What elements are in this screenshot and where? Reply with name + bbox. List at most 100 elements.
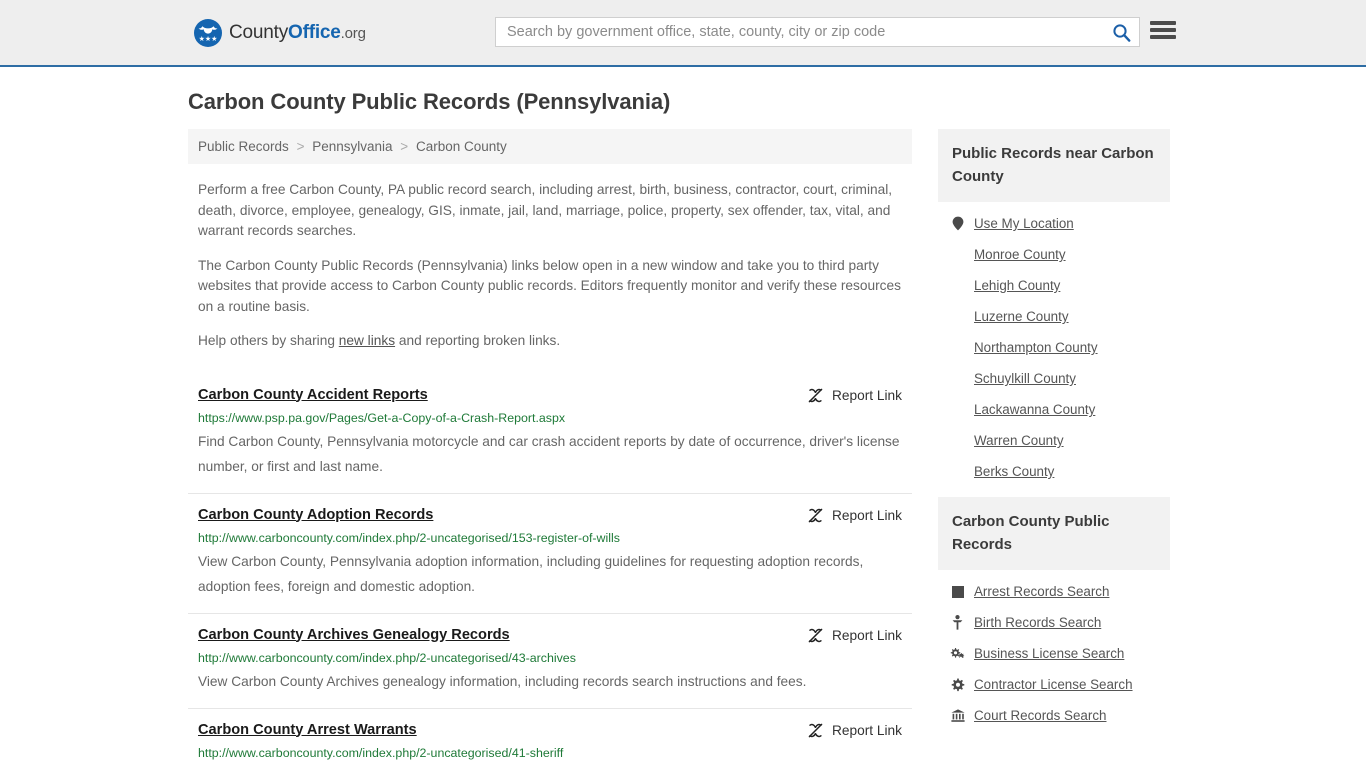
records-search-row: Birth Records Search [950, 607, 1170, 638]
nearby-county-link[interactable]: Luzerne County [974, 309, 1069, 324]
result-item: Carbon County Arrest Warrants Report Link… [188, 707, 912, 768]
result-description: Search Carbon County, Pennsylvania arres… [198, 764, 902, 768]
nearby-county-link[interactable]: Use My Location [974, 216, 1074, 231]
result-url: http://www.carboncounty.com/index.php/2-… [198, 745, 564, 760]
map-pin-icon [950, 216, 965, 231]
nearby-county-row: Luzerne County [950, 301, 1170, 332]
breadcrumb-item-carbon-county[interactable]: Carbon County [416, 139, 507, 154]
report-link-button[interactable]: Report Link [807, 506, 902, 524]
nearby-county-link[interactable]: Warren County [974, 433, 1064, 448]
nearby-county-link[interactable]: Lehigh County [974, 278, 1060, 293]
records-search-link[interactable]: Arrest Records Search [974, 584, 1109, 599]
result-header: Carbon County Arrest Warrants Report Link [198, 721, 902, 739]
report-link-label: Report Link [832, 627, 902, 643]
eagle-seal-icon: ★★★ [194, 18, 222, 47]
breadcrumb-item-public-records[interactable]: Public Records [198, 139, 289, 154]
site-logo[interactable]: ★★★ CountyOffice.org [194, 18, 366, 47]
result-description: View Carbon County Archives genealogy in… [198, 673, 807, 689]
main-column: Public Records > Pennsylvania > Carbon C… [188, 129, 912, 768]
nearby-records-card: Public Records near Carbon County Use My… [938, 129, 1170, 487]
report-link-button[interactable]: Report Link [807, 626, 902, 644]
result-header: Carbon County Adoption Records Report Lin… [198, 506, 902, 524]
county-records-card: Carbon County Public Records Arrest Reco… [938, 497, 1170, 731]
nearby-county-link[interactable]: Monroe County [974, 247, 1066, 262]
result-url: http://www.carboncounty.com/index.php/2-… [198, 530, 620, 545]
nearby-county-list: Use My Location Monroe County Lehigh Count… [938, 202, 1170, 487]
sidebar: Public Records near Carbon County Use My… [938, 129, 1170, 741]
gear-icon [951, 678, 964, 691]
hamburger-bar [1150, 28, 1176, 32]
nearby-county-row: Berks County [950, 456, 1170, 487]
search-bar[interactable] [495, 17, 1140, 47]
nearby-county-link[interactable]: Schuylkill County [974, 371, 1076, 386]
result-title-link[interactable]: Carbon County Archives Genealogy Records [198, 626, 510, 644]
records-search-row: Business License Search [950, 638, 1170, 669]
square-icon [951, 585, 964, 598]
nearby-county-link[interactable]: Northampton County [974, 340, 1098, 355]
records-search-link[interactable]: Court Records Search [974, 708, 1106, 723]
nearby-county-row: Lehigh County [950, 270, 1170, 301]
hamburger-bar [1150, 21, 1176, 25]
broken-link-icon [808, 628, 823, 642]
nearby-county-row: Warren County [950, 425, 1170, 456]
gears-icon [950, 647, 965, 661]
nearby-county-row: Lackawanna County [950, 394, 1170, 425]
logo-county: County [229, 21, 289, 43]
stars-icon: ★★★ [198, 35, 218, 43]
broken-link-icon [808, 508, 823, 522]
result-url: https://www.psp.pa.gov/Pages/Get-a-Copy-… [198, 410, 566, 425]
baby-icon [952, 615, 963, 630]
records-search-link[interactable]: Birth Records Search [974, 615, 1101, 630]
intro-paragraph-1: Perform a free Carbon County, PA public … [198, 182, 893, 238]
breadcrumb: Public Records > Pennsylvania > Carbon C… [188, 129, 912, 164]
nearby-county-row: Use My Location [950, 208, 1170, 239]
result-header: Carbon County Accident Reports Report Lin… [198, 386, 902, 404]
breadcrumb-item-pennsylvania[interactable]: Pennsylvania [312, 139, 392, 154]
broken-link-icon [808, 388, 823, 402]
bank-icon [950, 709, 965, 722]
result-title-link[interactable]: Carbon County Adoption Records [198, 506, 433, 524]
result-item: Carbon County Adoption Records Report Lin… [188, 492, 912, 613]
nearby-county-row: Northampton County [950, 332, 1170, 363]
result-title-link[interactable]: Carbon County Arrest Warrants [198, 721, 417, 739]
site-logo-text: CountyOffice.org [229, 22, 366, 44]
map-pin-icon [952, 216, 963, 231]
report-link-label: Report Link [832, 387, 902, 403]
records-search-link[interactable]: Business License Search [974, 646, 1124, 661]
search-icon [1112, 23, 1130, 42]
new-links-link[interactable]: new links [339, 333, 395, 348]
records-search-link[interactable]: Contractor License Search [974, 677, 1133, 692]
nearby-county-row: Monroe County [950, 239, 1170, 270]
page-title: Carbon County Public Records (Pennsylvan… [188, 89, 671, 114]
results-list: Carbon County Accident Reports Report Lin… [188, 374, 912, 768]
records-search-row: Contractor License Search [950, 669, 1170, 700]
search-input[interactable] [496, 18, 1103, 46]
report-link-button[interactable]: Report Link [807, 386, 902, 404]
gears-icon [950, 647, 965, 659]
county-records-list: Arrest Records Search Birth Records Searc… [938, 570, 1170, 731]
hamburger-menu-icon[interactable] [1150, 19, 1176, 41]
breadcrumb-separator: > [400, 139, 409, 154]
intro-section: Perform a free Carbon County, PA public … [188, 180, 912, 352]
two-column-layout: Public Records > Pennsylvania > Carbon C… [188, 129, 1178, 768]
intro-text-before: Help others by sharing [198, 333, 339, 348]
intro-paragraph-3: Help others by sharing new links and rep… [198, 331, 902, 352]
result-header: Carbon County Archives Genealogy Records… [198, 626, 902, 644]
gear-icon [950, 678, 965, 692]
logo-office: Office [288, 21, 341, 43]
page-body: Carbon County Public Records (Pennsylvan… [0, 89, 1366, 768]
result-description: Find Carbon County, Pennsylvania motorcy… [198, 433, 900, 474]
result-item: Carbon County Accident Reports Report Lin… [188, 374, 912, 493]
result-description: View Carbon County, Pennsylvania adoptio… [198, 553, 864, 594]
baby-icon [950, 615, 965, 630]
nearby-records-title: Public Records near Carbon County [938, 129, 1170, 202]
result-url: http://www.carboncounty.com/index.php/2-… [198, 650, 576, 665]
nearby-county-link[interactable]: Berks County [974, 464, 1054, 479]
report-link-button[interactable]: Report Link [807, 721, 902, 739]
result-title-link[interactable]: Carbon County Accident Reports [198, 386, 428, 404]
logo-org: .org [340, 24, 366, 42]
intro-paragraph-2: The Carbon County Public Records (Pennsy… [198, 257, 901, 314]
nearby-county-link[interactable]: Lackawanna County [974, 402, 1095, 417]
search-button[interactable] [1103, 18, 1139, 46]
hamburger-bar [1150, 35, 1176, 39]
